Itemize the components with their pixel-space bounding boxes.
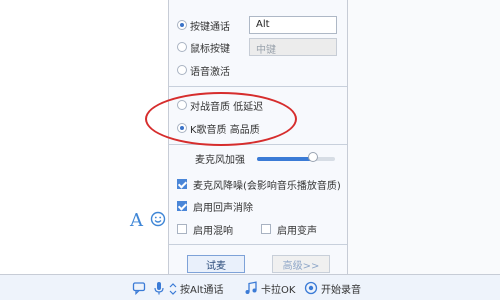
checkbox-noise-reduction[interactable]: 麦克风降噪(会影响音乐播放音质) bbox=[177, 175, 341, 193]
mic-boost-slider[interactable] bbox=[257, 152, 335, 162]
push-key-field[interactable]: Alt bbox=[249, 16, 337, 34]
divider bbox=[169, 86, 347, 87]
mic-boost-label: 麦克风加强 bbox=[195, 155, 245, 166]
microphone-icon[interactable] bbox=[152, 280, 166, 296]
annotation-ellipse bbox=[145, 92, 297, 146]
record-icon bbox=[304, 281, 318, 295]
divider bbox=[169, 244, 347, 245]
push-to-talk-button[interactable]: 按Alt通话 bbox=[168, 280, 224, 296]
checkbox-label: 启用混响 bbox=[193, 225, 233, 237]
radio-mouse-key[interactable] bbox=[177, 42, 187, 52]
karaoke-label: 卡拉OK bbox=[261, 284, 296, 296]
checkbox-voice-change[interactable]: 启用变声 bbox=[261, 220, 317, 238]
font-icon[interactable]: A bbox=[130, 210, 143, 231]
slider-fill bbox=[257, 157, 313, 161]
checkbox-label: 启用回声消除 bbox=[193, 202, 253, 214]
side-area bbox=[347, 0, 500, 274]
option-voice-activation[interactable]: 语音激活 bbox=[177, 61, 230, 79]
arrow-icon bbox=[169, 283, 177, 295]
record-label: 开始录音 bbox=[321, 284, 361, 296]
option-label: 语音激活 bbox=[190, 66, 230, 78]
checkbox-label: 启用变声 bbox=[277, 225, 317, 237]
bottom-toolbar: 按Alt通话 卡拉OK 开始录音 bbox=[0, 274, 500, 300]
option-label: 按键通话 bbox=[190, 21, 230, 33]
option-push-to-talk[interactable]: 按键通话 bbox=[177, 16, 230, 34]
option-label: 鼠标按键 bbox=[190, 43, 230, 55]
push-to-talk-label: 按Alt通话 bbox=[180, 284, 224, 296]
checkbox-reverb-box[interactable] bbox=[177, 224, 187, 234]
checkbox-reverb[interactable]: 启用混响 bbox=[177, 220, 233, 238]
radio-push-to-talk[interactable] bbox=[177, 20, 187, 30]
advanced-button[interactable]: 高级>> bbox=[272, 255, 330, 273]
checkbox-echo-cancel[interactable]: 启用回声消除 bbox=[177, 197, 253, 215]
record-button[interactable]: 开始录音 bbox=[304, 280, 361, 296]
chat-area bbox=[0, 0, 168, 274]
karaoke-button[interactable]: 卡拉OK bbox=[244, 280, 295, 296]
music-note-icon bbox=[245, 281, 257, 294]
option-mouse-key[interactable]: 鼠标按键 bbox=[177, 38, 230, 56]
chat-icon[interactable] bbox=[132, 280, 146, 296]
checkbox-echo-cancel-box[interactable] bbox=[177, 201, 187, 211]
checkbox-label: 麦克风降噪(会影响音乐播放音质) bbox=[193, 180, 341, 192]
radio-voice-activation[interactable] bbox=[177, 65, 187, 75]
checkbox-voice-change-box[interactable] bbox=[261, 224, 271, 234]
try-mic-button[interactable]: 试麦 bbox=[187, 255, 245, 273]
slider-thumb[interactable] bbox=[308, 152, 318, 162]
emoji-icon[interactable] bbox=[150, 211, 166, 231]
checkbox-noise-reduction-box[interactable] bbox=[177, 179, 187, 189]
mouse-key-field: 中键 bbox=[249, 38, 337, 56]
